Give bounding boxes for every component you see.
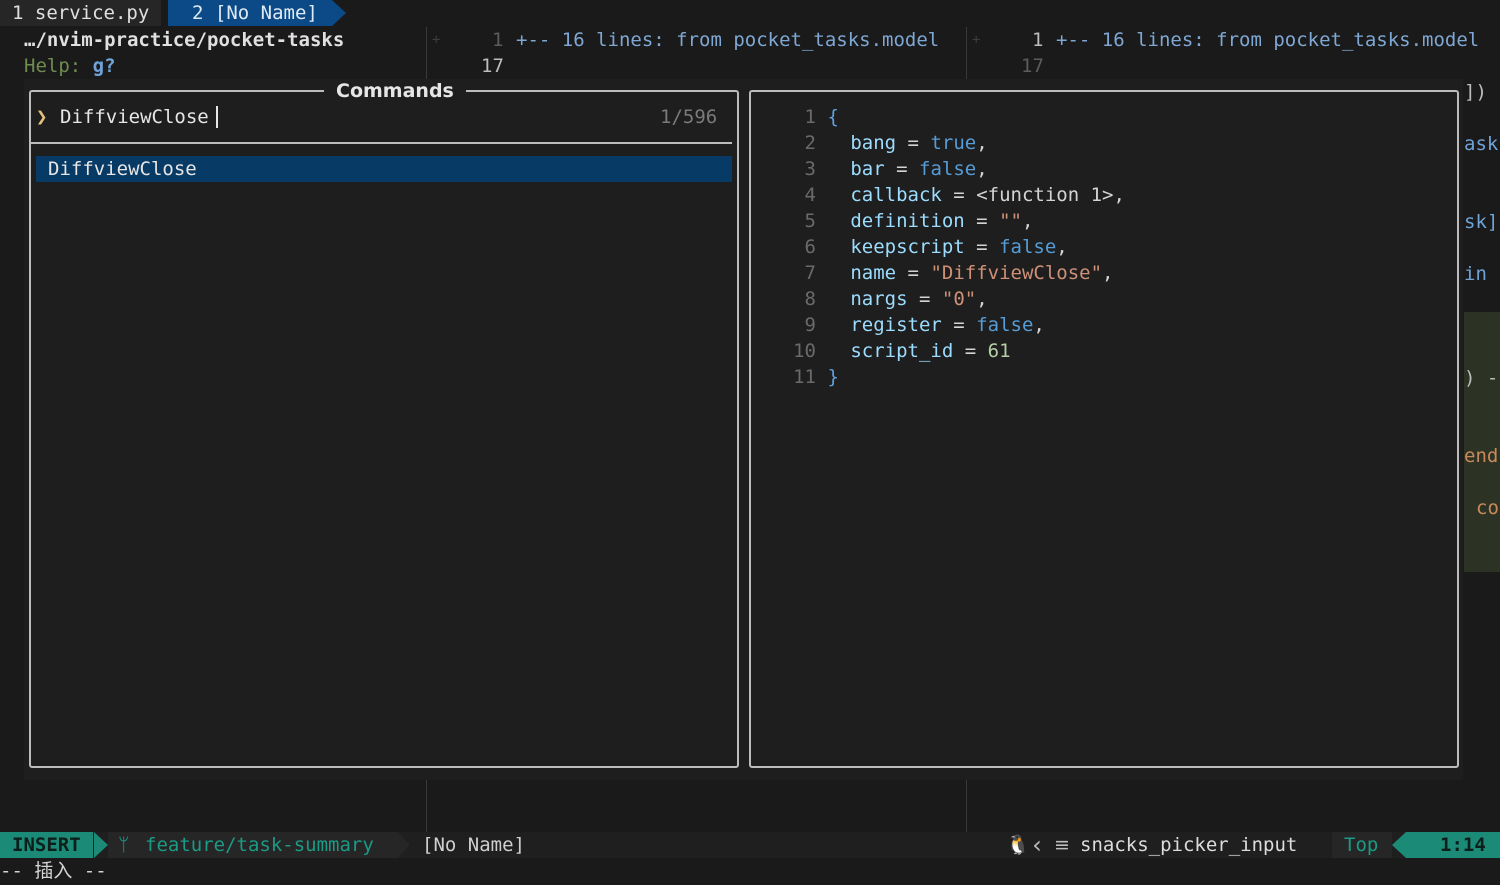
line-number: 8 — [804, 288, 816, 310]
field-key: bar — [850, 158, 885, 180]
peek-line: co — [1476, 497, 1499, 519]
field-separator: , — [1033, 314, 1045, 336]
peek-line: sk] — [1464, 211, 1499, 233]
field-separator: , — [976, 132, 988, 154]
picker-search-input[interactable]: DiffviewClose — [60, 104, 209, 130]
input-divider — [31, 142, 732, 144]
line-number: 4 — [804, 184, 816, 206]
field-value: <function 1> — [976, 184, 1114, 206]
peek-line: end — [1464, 445, 1499, 467]
field-value: "" — [999, 210, 1022, 232]
text-cursor — [216, 106, 218, 128]
diff-fold-right[interactable]: +-- 16 lines: from pocket_tasks.model — [1056, 27, 1500, 53]
field-key: callback — [850, 184, 942, 206]
preview-line: 8 nargs = "0", — [776, 286, 1125, 312]
diff-line-number-right-2: 17 — [1021, 55, 1044, 77]
preview-line: 1 { — [776, 104, 1125, 130]
git-branch-icon: ᛘ — [118, 834, 130, 856]
peek-line: in — [1464, 263, 1487, 285]
tab-service-py[interactable]: 1 service.py — [0, 0, 162, 26]
brace: { — [827, 106, 839, 128]
field-key: bang — [850, 132, 897, 154]
statusline-filename: [No Name] — [422, 834, 525, 856]
line-number: 6 — [804, 236, 816, 258]
diff-line-number-left-2: 17 — [481, 55, 504, 77]
chevron-right-icon: ❯ — [36, 106, 48, 128]
field-separator: , — [1056, 236, 1068, 258]
line-number: 7 — [804, 262, 816, 284]
preview-line: 3 bar = false, — [776, 156, 1125, 182]
preview-line: 2 bang = true, — [776, 130, 1125, 156]
field-value: false — [999, 236, 1057, 258]
help-key: g? — [92, 55, 116, 77]
field-value: false — [976, 314, 1034, 336]
tab-no-name[interactable]: 2 [No Name] — [168, 0, 332, 26]
field-key: keepscript — [850, 236, 965, 258]
diff-line-number-right: 1 — [1032, 29, 1044, 51]
peek-line: ) - — [1464, 367, 1499, 389]
separator-chevron-icon: ‹ — [1030, 831, 1045, 859]
line-number: 10 — [793, 340, 816, 362]
line-number: 11 — [793, 366, 816, 388]
field-separator: , — [1021, 210, 1034, 232]
field-value: "DiffviewClose" — [930, 262, 1103, 284]
field-separator: , — [1102, 262, 1114, 284]
field-key: name — [850, 262, 897, 284]
field-key: script_id — [850, 340, 954, 362]
diff-sign-left: + — [432, 32, 441, 48]
field-key: definition — [850, 210, 965, 232]
mode-separator — [94, 832, 108, 858]
peek-line: ask — [1464, 133, 1499, 155]
match-count: 1/596 — [660, 106, 718, 128]
preview-line: 7 name = "DiffviewClose", — [776, 260, 1125, 286]
scroll-position: Top — [1344, 834, 1379, 856]
field-value: "0" — [941, 288, 977, 310]
picker-list-pane — [29, 90, 739, 768]
field-value: true — [930, 132, 977, 154]
branch-separator — [398, 832, 410, 858]
diff-line-number-left: 1 — [492, 29, 504, 51]
line-number: 2 — [804, 132, 816, 154]
field-value: 61 — [987, 340, 1011, 362]
preview-code: 1 {2 bang = true, 3 bar = false, 4 callbac… — [776, 104, 1125, 390]
diff-fold-left[interactable]: +-- 16 lines: from pocket_tasks.model — [516, 27, 960, 53]
line-number: 9 — [804, 314, 816, 336]
line-number: 3 — [804, 158, 816, 180]
lines-icon: ≡ — [1054, 834, 1070, 856]
command-line[interactable]: -- 插入 -- — [0, 858, 107, 884]
picker-title: Commands — [324, 79, 466, 103]
cursor-position: 1:14 — [1440, 834, 1486, 856]
file-tree-path: …/nvim-practice/pocket-tasks — [24, 29, 345, 51]
brace: } — [827, 366, 839, 388]
diff-sign-right: + — [972, 32, 981, 48]
field-key: register — [850, 314, 942, 336]
cursor-separator — [1392, 832, 1406, 858]
preview-line: 10 script_id = 61 — [776, 338, 1125, 364]
diff-added-block — [1464, 312, 1500, 572]
line-number: 1 — [804, 106, 816, 128]
tab-separator-active — [332, 0, 346, 26]
help-hint: Help: g? — [24, 53, 116, 79]
linux-icon: 🐧 — [1006, 834, 1030, 856]
preview-line: 9 register = false, — [776, 312, 1125, 338]
peek-line: ]) — [1464, 81, 1487, 103]
field-separator: , — [976, 288, 988, 310]
preview-line: 11 } — [776, 364, 1125, 390]
line-number: 5 — [804, 210, 816, 232]
help-label: Help: — [24, 55, 82, 77]
git-branch[interactable]: feature/task-summary — [145, 832, 374, 858]
preview-line: 4 callback = <function 1>, — [776, 182, 1125, 208]
filetype: snacks_picker_input — [1080, 834, 1298, 856]
result-item[interactable]: DiffviewClose — [48, 156, 197, 182]
field-key: nargs — [850, 288, 908, 310]
preview-line: 5 definition = "", — [776, 208, 1125, 234]
preview-line: 6 keepscript = false, — [776, 234, 1125, 260]
field-separator: , — [1113, 184, 1125, 206]
field-separator: , — [976, 158, 988, 180]
mode-indicator: INSERT — [0, 832, 93, 858]
field-value: false — [919, 158, 977, 180]
